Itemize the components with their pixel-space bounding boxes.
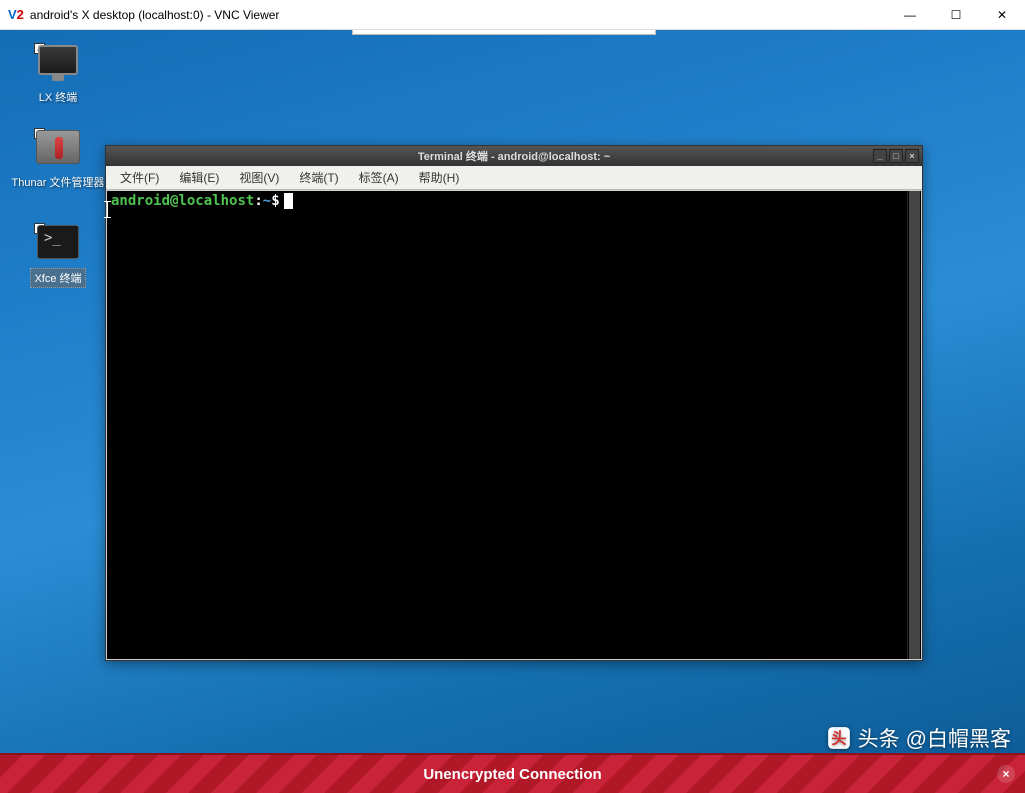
watermark-handle: @白帽黑客 <box>906 723 1011 753</box>
connection-banner: Unencrypted Connection × <box>0 753 1025 793</box>
desktop-icon-lx-terminal[interactable]: ↗ LX 终端 <box>14 45 102 106</box>
banner-close-button[interactable]: × <box>997 765 1015 783</box>
prompt-user: android <box>111 193 170 209</box>
file-manager-icon: ↗ <box>36 130 80 170</box>
vnc-logo-icon: V2 <box>8 7 24 22</box>
minimize-button[interactable]: — <box>887 0 933 29</box>
watermark: 头 头条 @白帽黑客 <box>826 723 1011 753</box>
desktop-icon-label: LX 终端 <box>36 88 81 106</box>
desktop-icon-xfce-terminal[interactable]: ↗ >_ Xfce 终端 <box>14 225 102 288</box>
window-title: android's X desktop (localhost:0) - VNC … <box>30 8 887 22</box>
terminal-scrollbar[interactable] <box>907 191 921 659</box>
terminal-window-controls: _ □ × <box>873 149 919 163</box>
terminal-maximize-button[interactable]: □ <box>889 149 903 163</box>
menu-file[interactable]: 文件(F) <box>112 167 167 188</box>
menu-view[interactable]: 视图(V) <box>231 167 287 188</box>
terminal-menubar: 文件(F) 编辑(E) 视图(V) 终端(T) 标签(A) 帮助(H) <box>106 166 922 190</box>
window-controls: — ☐ ✕ <box>887 0 1025 29</box>
menu-edit[interactable]: 编辑(E) <box>171 167 227 188</box>
prompt-colon: : <box>254 193 262 209</box>
terminal-window[interactable]: Terminal 终端 - android@localhost: ~ _ □ ×… <box>105 145 923 661</box>
scrollbar-thumb[interactable] <box>909 191 920 659</box>
watermark-prefix: 头条 <box>858 723 900 753</box>
terminal-title: Terminal 终端 - android@localhost: ~ <box>418 148 610 164</box>
prompt-path: ~ <box>263 193 271 209</box>
maximize-button[interactable]: ☐ <box>933 0 979 29</box>
terminal-icon: ↗ >_ <box>36 225 80 265</box>
banner-text: Unencrypted Connection <box>423 766 601 783</box>
desktop-icon-label: Xfce 终端 <box>30 268 85 288</box>
prompt-dollar: $ <box>271 193 279 209</box>
vnc-window-titlebar: V2 android's X desktop (localhost:0) - V… <box>0 0 1025 30</box>
close-button[interactable]: ✕ <box>979 0 1025 29</box>
prompt-host: localhost <box>178 193 254 209</box>
menu-terminal[interactable]: 终端(T) <box>291 167 346 188</box>
terminal-titlebar[interactable]: Terminal 终端 - android@localhost: ~ _ □ × <box>106 146 922 166</box>
menu-help[interactable]: 帮助(H) <box>411 167 468 188</box>
menu-tabs[interactable]: 标签(A) <box>351 167 407 188</box>
desktop-icon-label: Thunar 文件管理器 <box>9 173 108 191</box>
desktop-icon-thunar[interactable]: ↗ Thunar 文件管理器 <box>14 130 102 191</box>
terminal-minimize-button[interactable]: _ <box>873 149 887 163</box>
terminal-close-button[interactable]: × <box>905 149 919 163</box>
svg-text:头: 头 <box>831 730 846 747</box>
vnc-desktop[interactable]: ↗ LX 终端 ↗ Thunar 文件管理器 ↗ >_ Xfce 终端 Term… <box>0 30 1025 793</box>
cursor-block-icon <box>284 193 293 209</box>
vnc-toolbar-handle[interactable] <box>352 30 656 35</box>
toutiao-icon: 头 <box>826 725 852 751</box>
monitor-icon: ↗ <box>36 45 80 85</box>
terminal-body[interactable]: android@localhost:~$ <box>107 191 921 659</box>
